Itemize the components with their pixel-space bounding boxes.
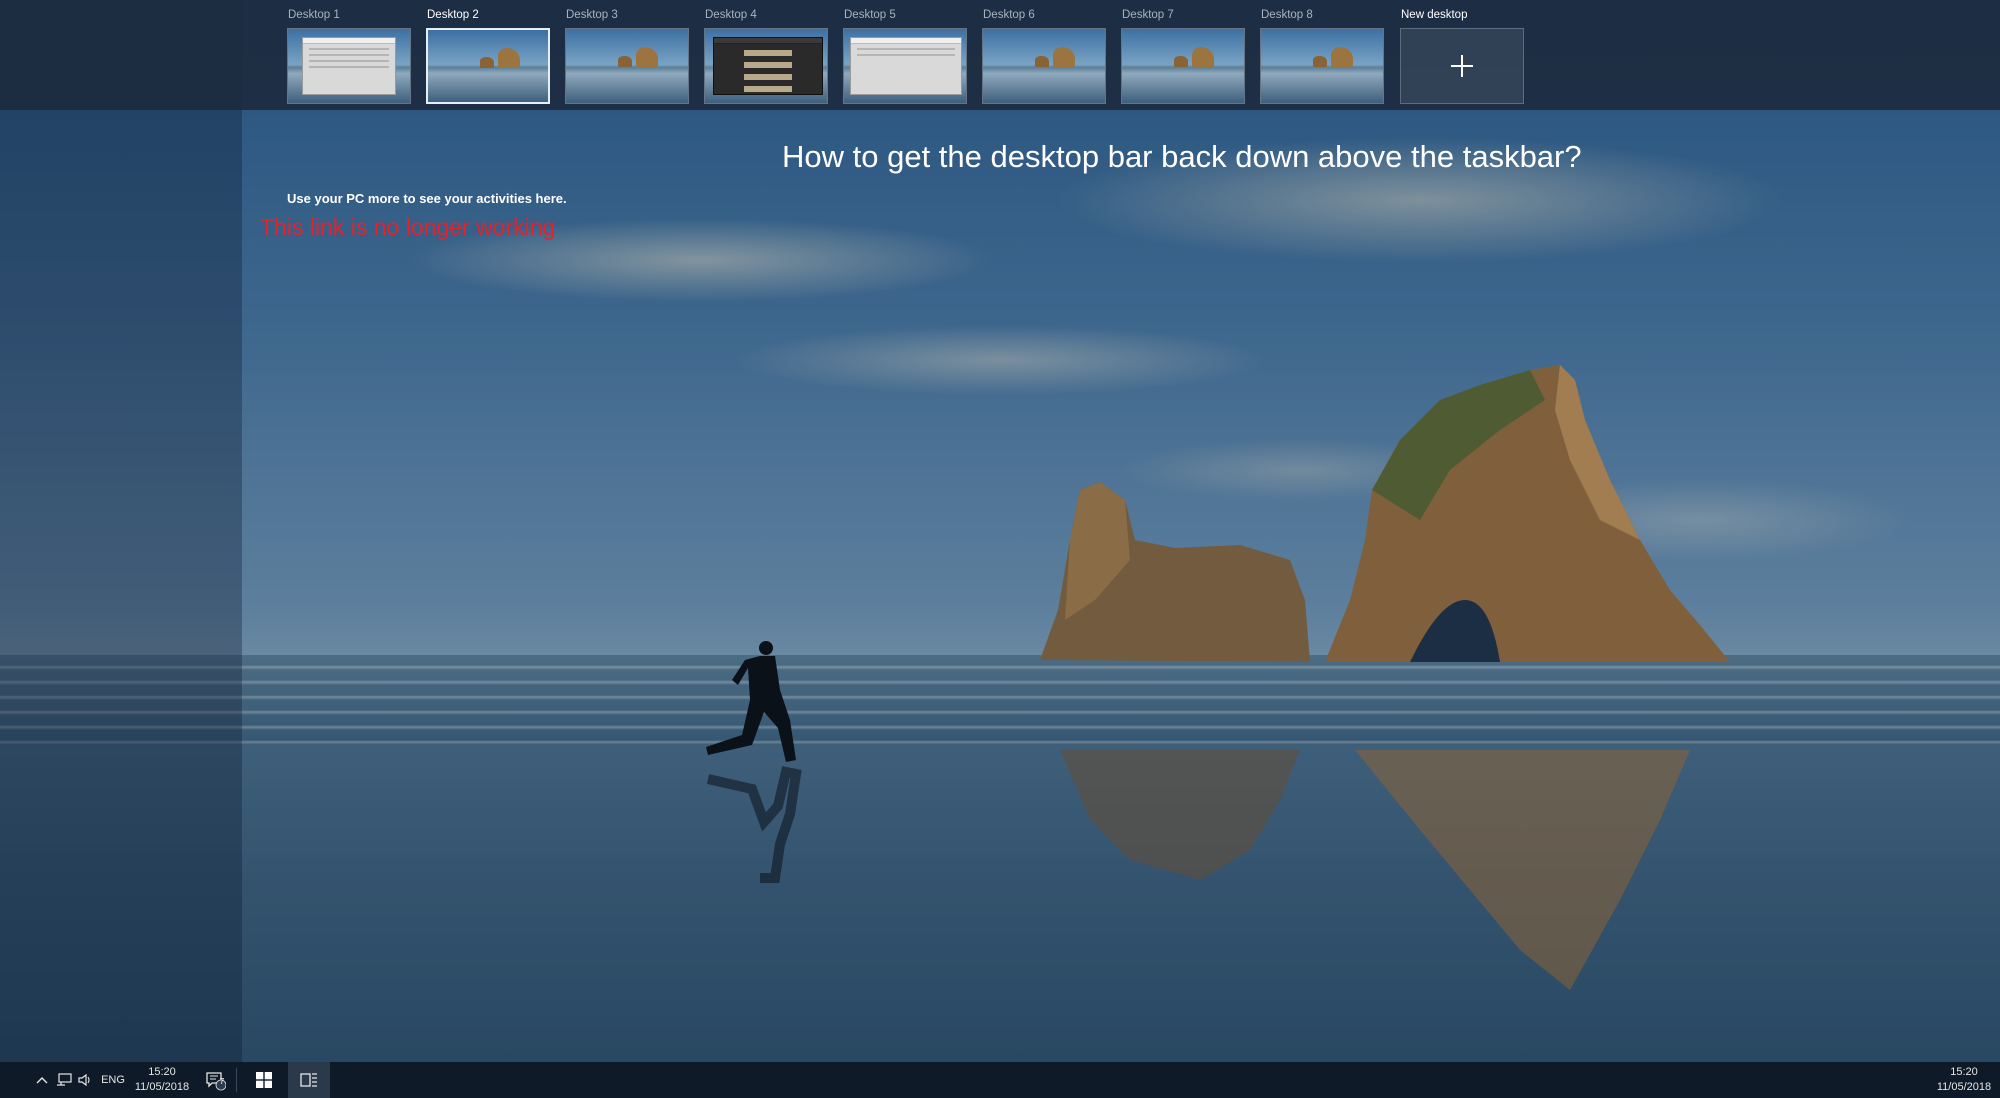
desktop-4-label: Desktop 4: [705, 9, 757, 21]
desktop-3-label: Desktop 3: [566, 9, 618, 21]
desktop-6-label: Desktop 6: [983, 9, 1035, 21]
desktop-2[interactable]: Desktop 2: [426, 0, 550, 110]
desktop-6-thumbnail[interactable]: [982, 28, 1106, 104]
new-desktop[interactable]: New desktop: [1400, 0, 1524, 110]
windows-logo-icon[interactable]: [242, 1062, 286, 1098]
clock-time-right: 15:20: [1950, 1066, 1978, 1078]
desktop-5-label: Desktop 5: [844, 9, 896, 21]
desktop-3[interactable]: Desktop 3: [565, 0, 689, 110]
language-indicator[interactable]: ENG: [100, 1062, 126, 1098]
task-view-icon[interactable]: [288, 1062, 330, 1098]
desktop-8[interactable]: Desktop 8: [1260, 0, 1384, 110]
desktop-5[interactable]: Desktop 5: [843, 0, 967, 110]
virtual-desktop-strip: Desktop 1 Desktop 2 Desktop 3 Desktop 4 …: [0, 0, 2000, 110]
taskbar-clock-left[interactable]: 15:20 11/05/2018: [132, 1062, 192, 1098]
desktop-4[interactable]: Desktop 4: [704, 0, 828, 110]
taskbar-divider: [236, 1068, 237, 1092]
desktop-4-thumbnail[interactable]: [704, 28, 828, 104]
desktop-5-thumbnail[interactable]: [843, 28, 967, 104]
activity-hint: Use your PC more to see your activities …: [287, 191, 567, 206]
desktop-2-thumbnail[interactable]: [426, 28, 550, 104]
taskbar: ENG 15:20 11/05/2018 7 15:20 11/05/2018: [0, 1062, 2000, 1098]
desktop-8-label: Desktop 8: [1261, 9, 1313, 21]
desktop-7-thumbnail[interactable]: [1121, 28, 1245, 104]
clock-date-right: 11/05/2018: [1936, 1081, 1992, 1093]
desktop-1-label: Desktop 1: [288, 9, 340, 21]
clock-time: 15:20: [148, 1066, 176, 1078]
new-desktop-button[interactable]: [1400, 28, 1524, 104]
desktop-1[interactable]: Desktop 1: [287, 0, 411, 110]
desktop-7[interactable]: Desktop 7: [1121, 0, 1245, 110]
task-view-dim-overlay: [242, 110, 2000, 1062]
side-dim-overlay: [0, 0, 242, 1062]
desktop-3-thumbnail[interactable]: [565, 28, 689, 104]
desktop-6[interactable]: Desktop 6: [982, 0, 1106, 110]
plus-icon: [1451, 55, 1473, 77]
taskbar-clock-right[interactable]: 15:20 11/05/2018: [1932, 1062, 1996, 1098]
volume-icon[interactable]: [76, 1062, 94, 1098]
clock-date: 11/05/2018: [134, 1081, 190, 1093]
chevron-up-icon[interactable]: [34, 1062, 50, 1098]
question-title: How to get the desktop bar back down abo…: [782, 139, 1582, 174]
desktop-7-label: Desktop 7: [1122, 9, 1174, 21]
desktop-1-thumbnail[interactable]: [287, 28, 411, 104]
desktop-2-label: Desktop 2: [427, 9, 479, 21]
broken-link-note: This link is no longer working: [260, 214, 556, 240]
notification-count: 7: [219, 1077, 225, 1086]
network-icon[interactable]: [55, 1062, 73, 1098]
new-desktop-label: New desktop: [1401, 9, 1468, 21]
desktop-8-thumbnail[interactable]: [1260, 28, 1384, 104]
action-center-icon[interactable]: 7: [202, 1062, 228, 1098]
